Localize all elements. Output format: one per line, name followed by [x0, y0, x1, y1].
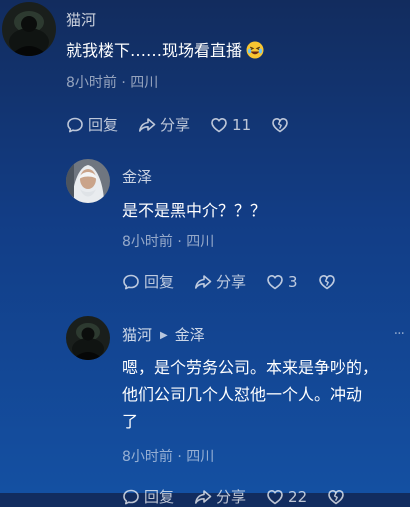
share-label: 分享: [160, 116, 191, 134]
share-button[interactable]: 分享: [194, 486, 246, 507]
comment-author[interactable]: 猫河: [66, 9, 96, 30]
avatar[interactable]: [66, 159, 110, 203]
comment-text-line: 了: [122, 412, 139, 431]
like-count: 11: [232, 115, 252, 134]
comment-text: 是不是黑中介？？？: [122, 201, 267, 220]
comment-actions: 回复 分享 3: [122, 271, 356, 292]
share-label: 分享: [216, 273, 247, 291]
like-count: 3: [288, 272, 298, 291]
comment-text-line: 嗯，是个劳务公司。本来是争吵的，: [122, 358, 379, 377]
laughing-emoji-icon: [246, 40, 264, 59]
comment-author[interactable]: 金泽: [122, 166, 152, 187]
heart-icon: [267, 489, 283, 504]
comment-author-line: 猫河 ▶ 金泽: [122, 324, 205, 345]
reply-bubble-icon: [123, 274, 139, 289]
broken-heart-icon: [272, 117, 288, 132]
comment-meta: 8小时前 · 四川: [122, 449, 215, 465]
heart-icon: [211, 117, 227, 132]
reply-button[interactable]: 回复: [66, 114, 118, 135]
reply-button[interactable]: 回复: [122, 486, 174, 507]
reply-bubble-icon: [67, 117, 83, 132]
heart-icon: [267, 274, 283, 289]
reply-label: 回复: [144, 488, 175, 506]
avatar[interactable]: [2, 2, 56, 56]
avatar-cat-icon: [2, 2, 56, 56]
like-button[interactable]: 11: [210, 116, 251, 134]
like-button[interactable]: 22: [266, 488, 307, 506]
avatar-portrait-icon: [66, 159, 110, 203]
like-button[interactable]: 3: [266, 273, 298, 291]
comment-actions: 回复 分享 22: [122, 486, 365, 507]
like-count: 22: [288, 487, 308, 506]
comment-meta: 8小时前 · 四川: [122, 234, 215, 250]
share-arrow-icon: [139, 117, 156, 132]
reply-label: 回复: [144, 273, 175, 291]
comment-author[interactable]: 猫河: [122, 326, 152, 344]
share-button[interactable]: 分享: [138, 114, 190, 135]
avatar-cat-icon: [66, 316, 110, 360]
share-arrow-icon: [195, 489, 212, 504]
dislike-button[interactable]: [318, 273, 336, 291]
broken-heart-icon: [318, 274, 335, 289]
reply-button[interactable]: 回复: [122, 271, 174, 292]
dislike-button[interactable]: [327, 488, 345, 506]
share-arrow-icon: [195, 274, 212, 289]
dislike-button[interactable]: [271, 116, 289, 134]
comment-actions: 回复 分享 11: [66, 114, 309, 135]
comment-text-content: 就我楼下……现场看直播: [66, 41, 243, 60]
broken-heart-icon: [328, 489, 344, 504]
avatar[interactable]: [66, 316, 110, 360]
comment-text-line: 他们公司几个人怼他一个人。冲动: [122, 385, 363, 404]
comment-text: 就我楼下……现场看直播: [66, 37, 264, 64]
comment-text: 嗯，是个劳务公司。本来是争吵的， 他们公司几个人怼他一个人。冲动 了: [122, 354, 378, 435]
share-label: 分享: [216, 488, 247, 506]
reply-to-author[interactable]: 金泽: [175, 326, 205, 344]
reply-to-arrow-icon: ▶: [160, 330, 168, 341]
comment-meta: 8小时前 · 四川: [66, 75, 159, 91]
reply-label: 回复: [88, 116, 119, 134]
reply-bubble-icon: [123, 489, 139, 504]
more-dots-icon[interactable]: ···: [394, 326, 405, 342]
share-button[interactable]: 分享: [194, 271, 246, 292]
